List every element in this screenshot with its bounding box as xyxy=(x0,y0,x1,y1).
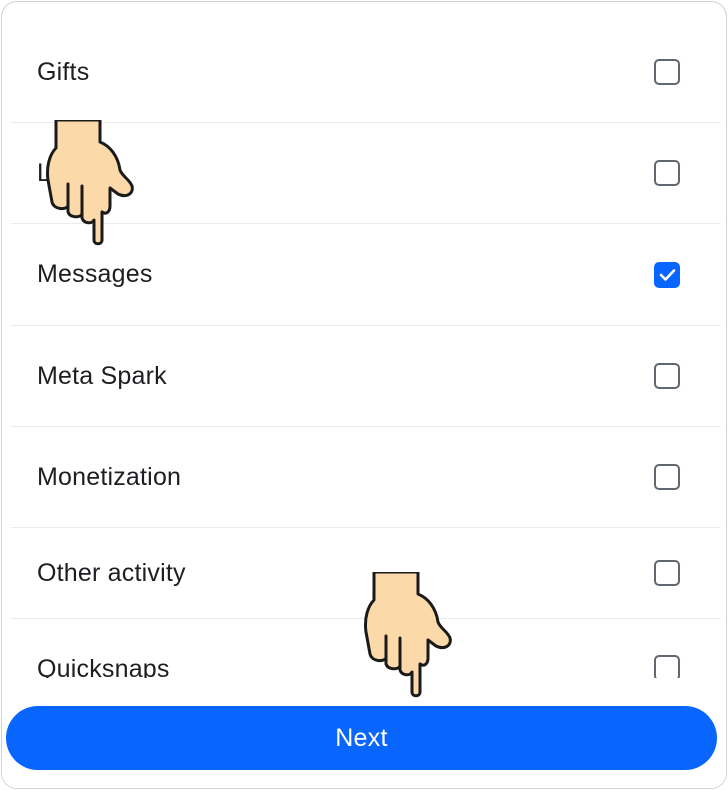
list-item-label: Gifts xyxy=(37,57,90,86)
list-item-gifts[interactable]: Gifts xyxy=(11,22,721,123)
next-button-label: Next xyxy=(335,723,388,752)
checkbox-gifts[interactable] xyxy=(654,59,680,85)
pointing-hand-icon xyxy=(364,572,452,698)
pointing-hand-icon xyxy=(46,120,134,246)
checkbox-messages[interactable] xyxy=(654,261,680,288)
list-item-meta-spark[interactable]: Meta Spark xyxy=(11,326,721,427)
checkmark-icon xyxy=(659,268,676,281)
list-item-label: Monetization xyxy=(37,462,182,491)
checkbox-meta-spark[interactable] xyxy=(654,363,680,389)
list-item-label: Meta Spark xyxy=(37,361,167,390)
checkbox-other-activity[interactable] xyxy=(654,560,680,586)
list-item-label: Other activity xyxy=(37,558,186,587)
checkbox-monetization[interactable] xyxy=(654,464,680,490)
next-button[interactable]: Next xyxy=(6,706,717,770)
list-item-monetization[interactable]: Monetization xyxy=(11,427,721,528)
list-item-label: Messages xyxy=(37,260,153,288)
checkbox-l[interactable] xyxy=(654,160,680,186)
